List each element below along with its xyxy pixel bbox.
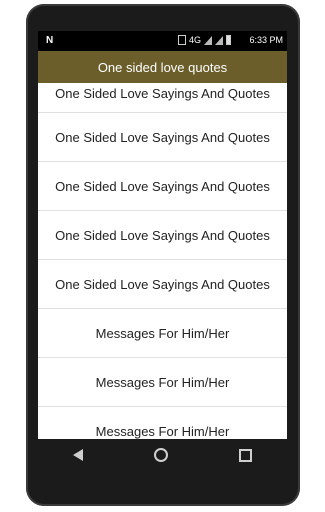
status-bar: N 4G 6:33 PM (38, 31, 287, 51)
list-item-label: Messages For Him/Her (95, 325, 230, 341)
time-ampm: PM (269, 35, 284, 45)
notification-icon: N (46, 35, 54, 46)
list-item-label: One Sided Love Sayings And Quotes (55, 129, 270, 145)
network-type: 4G (188, 35, 201, 45)
list-item-label: One Sided Love Sayings And Quotes (55, 86, 270, 101)
list-item-label: Messages For Him/Her (95, 374, 230, 390)
screen: N 4G 6:33 PM One sided love quotes One S… (38, 31, 287, 439)
back-icon[interactable] (73, 449, 84, 461)
list-item[interactable]: One Sided Love Sayings And Quotes (38, 162, 287, 211)
list-item[interactable]: Messages For Him/Her (38, 407, 287, 439)
list-item-label: One Sided Love Sayings And Quotes (55, 276, 270, 292)
quotes-list[interactable]: One Sided Love Sayings And Quotes One Si… (38, 83, 287, 439)
list-item-label: One Sided Love Sayings And Quotes (55, 227, 270, 243)
list-item[interactable]: One Sided Love Sayings And Quotes (38, 260, 287, 309)
home-icon[interactable] (153, 448, 168, 462)
list-item[interactable]: One Sided Love Sayings And Quotes (38, 83, 287, 113)
signal-icon (204, 35, 212, 45)
navigation-bar (38, 439, 287, 471)
list-item[interactable]: One Sided Love Sayings And Quotes (38, 211, 287, 260)
status-time: 6:33 PM (249, 35, 283, 45)
list-item[interactable]: One Sided Love Sayings And Quotes (38, 113, 287, 162)
list-item-label: One Sided Love Sayings And Quotes (55, 178, 270, 194)
signal-icon-2 (215, 35, 223, 45)
recent-apps-icon[interactable] (238, 448, 252, 462)
app-title: One sided love quotes (97, 59, 228, 75)
status-icons: 4G (177, 35, 231, 45)
app-bar: One sided love quotes (38, 51, 287, 83)
time-value: 6:33 (249, 35, 267, 45)
list-item-label: Messages For Him/Her (95, 423, 230, 439)
list-item[interactable]: Messages For Him/Her (38, 358, 287, 407)
battery-icon (226, 35, 231, 45)
vibrate-icon (177, 35, 186, 45)
list-item[interactable]: Messages For Him/Her (38, 309, 287, 358)
